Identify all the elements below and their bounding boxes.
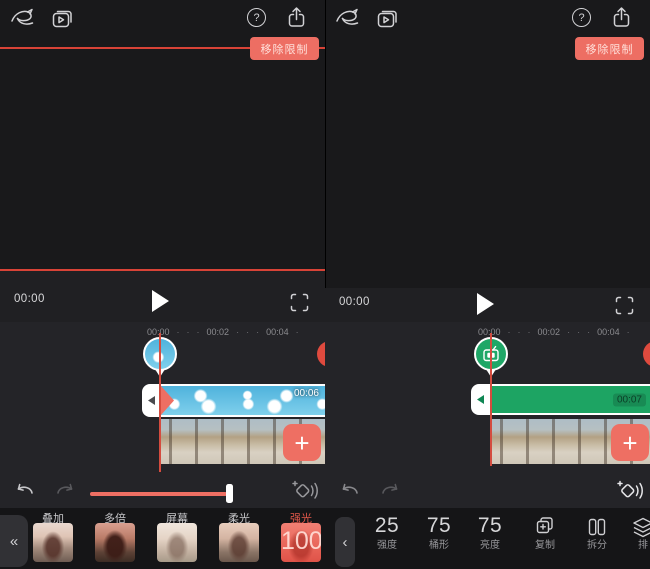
top-bar: ? xyxy=(325,0,650,36)
canvas-selection-border-bottom xyxy=(0,269,325,271)
blend-option-hardlight-selected[interactable]: 100 xyxy=(281,523,321,562)
blend-option-overlay[interactable] xyxy=(33,523,73,562)
overlay-clip-filmstrip: 00:06 xyxy=(161,386,325,415)
tool-value: 75 xyxy=(477,514,503,537)
tool-label: 排 xyxy=(638,540,648,551)
current-time: 00:00 xyxy=(14,293,45,305)
tool-brightness[interactable]: 75 xyxy=(466,514,514,538)
tool-label: 亮度 xyxy=(480,540,500,551)
logo-icon[interactable] xyxy=(334,6,361,31)
tool-value: 25 xyxy=(374,514,400,537)
play-button[interactable] xyxy=(477,293,494,315)
clip-duration: 00:07 xyxy=(612,393,646,406)
clip-duration: 00:06 xyxy=(293,388,319,399)
logo-icon[interactable] xyxy=(9,6,36,31)
help-glyph: ? xyxy=(578,11,585,24)
timeline-ruler: 00:00 · · · 00:02 · · · 00:04 · xyxy=(478,327,630,337)
effect-clip-bar: 00:07 xyxy=(492,386,650,413)
playhead[interactable] xyxy=(159,333,161,472)
blend-strength-value: 100 xyxy=(281,527,321,555)
blend-option-softlight[interactable] xyxy=(219,523,259,562)
add-keyframe-icon[interactable] xyxy=(616,479,645,502)
redo-icon[interactable] xyxy=(54,481,77,499)
preview-icon[interactable] xyxy=(376,8,399,29)
help-glyph: ? xyxy=(253,11,260,24)
share-icon[interactable] xyxy=(286,6,307,29)
remove-limit-button[interactable]: 移除限制 xyxy=(250,37,319,60)
tool-label: 拆分 xyxy=(587,540,607,551)
tool-label: 复制 xyxy=(535,540,555,551)
redo-icon[interactable] xyxy=(379,481,402,499)
help-icon[interactable]: ? xyxy=(572,8,591,27)
blend-option-multiply[interactable] xyxy=(95,523,135,562)
playback-controls: 00:00 xyxy=(0,271,325,322)
ruler-tick: 00:02 xyxy=(206,327,230,337)
clip-trim-handle-left[interactable] xyxy=(477,395,484,404)
top-bar: ? xyxy=(0,0,325,36)
tool-intensity[interactable]: 25 xyxy=(363,514,411,538)
strength-slider-handle[interactable] xyxy=(226,484,233,503)
clip-in-marker xyxy=(161,386,174,415)
blend-option-screen[interactable] xyxy=(157,523,197,562)
collapse-panel-button[interactable]: ‹ xyxy=(335,517,355,567)
keyframe-icon[interactable] xyxy=(291,479,320,502)
timeline-ruler: 00:00 · · · 00:02 · · · 00:04 · xyxy=(147,327,299,337)
current-time: 00:00 xyxy=(339,296,370,308)
tool-label: 桶形 xyxy=(429,540,449,551)
effect-clip[interactable]: 00:07 xyxy=(471,384,650,415)
ruler-tick: 00:04 xyxy=(266,327,289,337)
fullscreen-icon[interactable] xyxy=(615,296,634,315)
fullscreen-icon[interactable] xyxy=(290,293,309,312)
remove-limit-button[interactable]: 移除限制 xyxy=(575,37,644,60)
share-icon[interactable] xyxy=(611,6,632,29)
dual-screenshot-stage: ? 移除限制 00:00 00:00 · · · 00:02 · · · 00:… xyxy=(0,0,650,569)
help-icon[interactable]: ? xyxy=(247,8,266,27)
tool-value: 75 xyxy=(426,514,452,537)
add-clip-button[interactable]: + xyxy=(283,424,321,461)
undo-icon[interactable] xyxy=(338,481,361,499)
strength-slider-track[interactable] xyxy=(90,492,227,496)
panel-blend-editor: ? 移除限制 00:00 00:00 · · · 00:02 · · · 00:… xyxy=(0,0,325,569)
collapse-panel-button[interactable]: « xyxy=(0,515,28,567)
panel-effect-editor: ? 移除限制 00:00 00:00 · · · 00:02 · · · 00:… xyxy=(325,0,650,569)
ruler-tick: 00:04 xyxy=(597,327,620,337)
clip-trim-handle-left[interactable] xyxy=(148,396,155,405)
playhead[interactable] xyxy=(490,333,492,466)
tool-barrel[interactable]: 75 xyxy=(415,514,463,538)
overlay-clip[interactable]: 00:06 xyxy=(142,384,325,417)
tool-label: 强度 xyxy=(377,540,397,551)
add-clip-button[interactable]: + xyxy=(611,424,649,461)
undo-icon[interactable] xyxy=(13,481,36,499)
ruler-tick: 00:02 xyxy=(537,327,561,337)
preview-icon[interactable] xyxy=(51,8,74,29)
play-button[interactable] xyxy=(152,290,169,312)
playback-controls: 00:00 xyxy=(325,288,650,322)
